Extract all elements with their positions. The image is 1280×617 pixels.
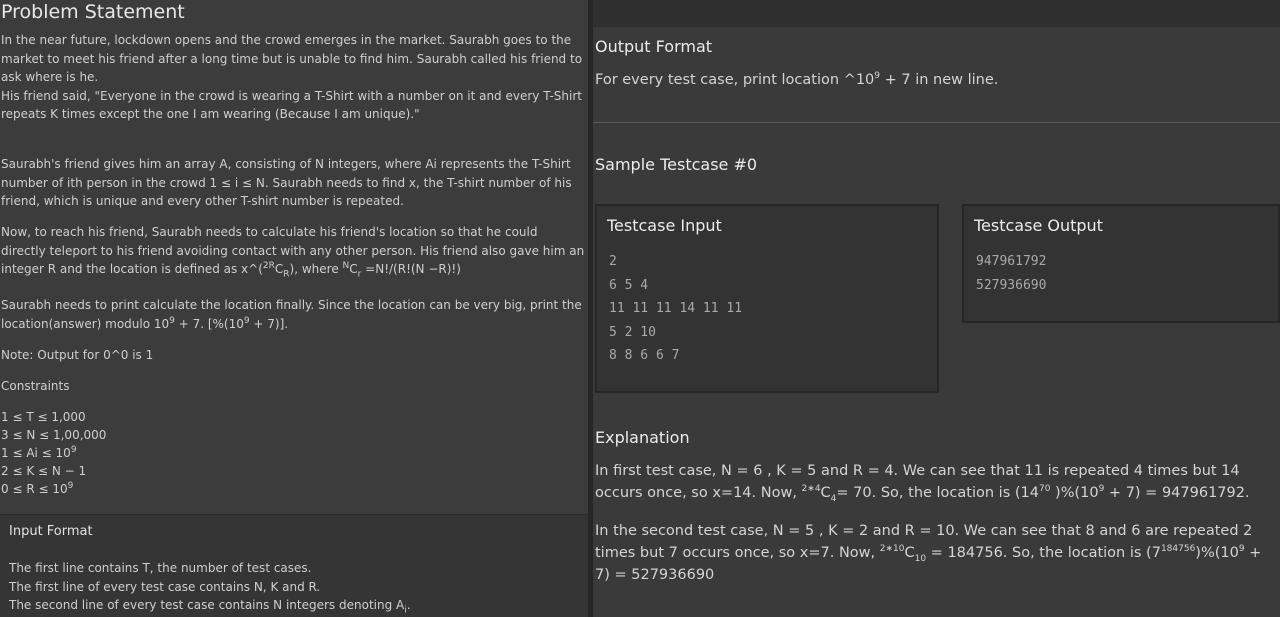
problem-statement-panel[interactable]: Problem Statement In the near future, lo…	[0, 0, 588, 617]
testcase-input-content: 2 6 5 4 11 11 11 14 11 11 5 2 10 8 8 6 6…	[609, 254, 743, 363]
constraint-item: 1 ≤ Ai ≤ 109	[1, 445, 77, 461]
problem-note: Note: Output for 0^0 is 1	[1, 348, 154, 362]
problem-paragraph-4: Saurabh needs to print calculate the loc…	[1, 298, 582, 331]
testcase-output-content: 947961792 527936690	[976, 254, 1047, 293]
sample-testcase-title: Sample Testcase #0	[595, 155, 758, 174]
explanation-paragraph-1: In first test case, N = 6 , K = 5 and R …	[595, 463, 1250, 504]
constraints-list: 1 ≤ T ≤ 1,000 3 ≤ N ≤ 1,00,000 1 ≤ Ai ≤ …	[1, 408, 106, 498]
explanation-paragraph-2: In the second test case, N = 5 , K = 2 a…	[595, 523, 1262, 583]
details-topbar	[593, 0, 1280, 27]
constraint-item: 2 ≤ K ≤ N − 1	[1, 464, 87, 478]
section-divider	[593, 122, 1280, 123]
constraint-item: 0 ≤ R ≤ 109	[1, 481, 74, 497]
output-format-title: Output Format	[595, 37, 713, 56]
testcase-input-box: Testcase Input 2 6 5 4 11 11 11 14 11 11…	[595, 204, 939, 393]
problem-paragraph-1: In the near future, lockdown opens and t…	[1, 33, 583, 121]
constraint-item: 3 ≤ N ≤ 1,00,000	[1, 428, 107, 442]
problem-paragraph-2: Saurabh's friend gives him an array A, c…	[1, 157, 572, 208]
explanation-title: Explanation	[595, 428, 690, 447]
testcase-output-box: Testcase Output 947961792 527936690	[962, 204, 1280, 323]
output-format-text: For every test case, print location ^109…	[595, 71, 999, 88]
problem-statement-title: Problem Statement	[1, 1, 185, 23]
constraints-label: Constraints	[1, 379, 70, 393]
input-format-section: Input Format The first line contains T, …	[0, 514, 588, 617]
details-panel[interactable]: Output Format For every test case, print…	[593, 0, 1280, 617]
problem-paragraph-3: Now, to reach his friend, Saurabh needs …	[1, 225, 585, 280]
input-format-title: Input Format	[9, 524, 93, 539]
testcase-output-title: Testcase Output	[974, 216, 1103, 235]
constraint-item: 1 ≤ T ≤ 1,000	[1, 410, 86, 424]
input-format-body: The first line contains T, the number of…	[9, 561, 411, 616]
testcase-input-title: Testcase Input	[607, 216, 722, 235]
